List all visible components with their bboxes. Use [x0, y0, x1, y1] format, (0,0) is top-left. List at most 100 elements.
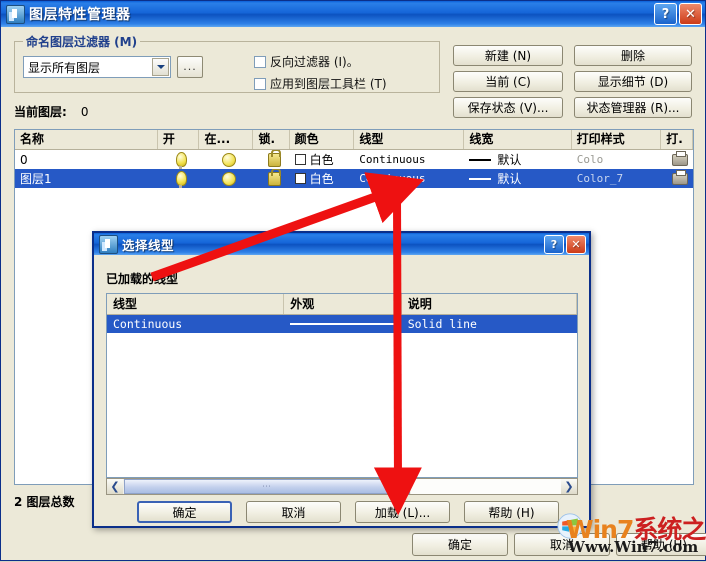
main-dialog-title: 图层特性管理器: [29, 7, 131, 23]
layer-filter-combo-value: 显示所有图层: [28, 60, 101, 75]
cell-plotstyle-label: Color_7: [576, 172, 624, 185]
chevron-down-icon[interactable]: [152, 58, 169, 76]
invert-filter-checkbox-row[interactable]: 反向过滤器 (I)。: [254, 53, 359, 70]
apply-to-toolbar-checkbox[interactable]: [254, 77, 266, 90]
cell-plotstyle-label: Colo: [576, 153, 604, 166]
linetype-horizontal-scrollbar[interactable]: ❮ ⋯ ❯: [106, 478, 578, 495]
cell-linetype-label: Continuous: [359, 172, 426, 185]
column-header-description[interactable]: 说明: [402, 294, 577, 314]
lock-icon[interactable]: [267, 169, 281, 186]
scrollbar-track[interactable]: [411, 479, 561, 494]
delete-layer-button[interactable]: 删除: [574, 45, 692, 66]
apply-to-toolbar-checkbox-row[interactable]: 应用到图层工具栏 (T): [254, 75, 387, 92]
cell-on[interactable]: [158, 150, 200, 169]
column-header-lineweight[interactable]: 线宽: [464, 130, 572, 149]
color-swatch-icon: [294, 154, 306, 165]
cell-freeze[interactable]: [200, 150, 254, 169]
column-header-plotstyle[interactable]: 打印样式: [572, 130, 662, 149]
cell-lock[interactable]: [253, 150, 289, 169]
cell-freeze[interactable]: [200, 169, 254, 188]
cell-color[interactable]: 白色: [290, 169, 355, 188]
linetype-list-header: 线型 外观 说明: [107, 294, 577, 315]
cell-layer-name[interactable]: 图层1: [15, 169, 158, 188]
scroll-left-icon[interactable]: ❮: [107, 479, 123, 494]
cell-on[interactable]: [158, 169, 200, 188]
layer-count-status: 2 图层总数: [14, 495, 75, 509]
current-layer-label: 当前图层:: [14, 105, 67, 119]
list-item[interactable]: Continuous Solid line: [107, 315, 577, 333]
cell-lineweight[interactable]: 默认: [464, 169, 571, 188]
column-header-color[interactable]: 颜色: [290, 130, 355, 149]
linetype-list[interactable]: 线型 外观 说明 Continuous Solid line: [106, 293, 578, 478]
cell-linetype[interactable]: Continuous: [354, 150, 464, 169]
layer-filter-combo[interactable]: 显示所有图层: [23, 56, 171, 78]
lock-icon[interactable]: [267, 150, 281, 167]
select-linetype-dialog: 选择线型 ? ✕ 已加载的线型 线型 外观 说明 Continuous Soli…: [92, 231, 591, 528]
cell-linetype[interactable]: Continuous: [354, 169, 464, 188]
column-header-on[interactable]: 开: [158, 130, 200, 149]
new-layer-button[interactable]: 新建 (N): [453, 45, 563, 66]
linetype-ok-button[interactable]: 确定: [137, 501, 232, 523]
help-icon[interactable]: ?: [544, 235, 564, 254]
cell-plot[interactable]: [661, 169, 693, 188]
column-header-name[interactable]: 名称: [15, 130, 158, 149]
cell-color-label: 白色: [309, 153, 334, 167]
linetype-name-cell: Continuous: [107, 315, 284, 333]
lightbulb-icon[interactable]: [175, 171, 187, 188]
current-layer-row: 当前图层: 0: [14, 103, 88, 120]
column-header-freeze[interactable]: 在...: [199, 130, 254, 149]
lineweight-preview-icon: [469, 158, 492, 161]
cell-lineweight[interactable]: 默认: [464, 150, 571, 169]
cell-color[interactable]: 白色: [290, 150, 355, 169]
cell-plotstyle[interactable]: Color_7: [572, 169, 662, 188]
help-button[interactable]: 帮助 (H): [616, 533, 706, 556]
column-header-linetype[interactable]: 线型: [354, 130, 465, 149]
layer-manager-icon: [6, 4, 25, 24]
column-header-appearance[interactable]: 外观: [284, 294, 402, 314]
cancel-button[interactable]: 取消: [514, 533, 610, 556]
table-row[interactable]: 图层1 白色 Continuous 默认 Color_7: [15, 169, 693, 188]
cell-lock[interactable]: [253, 169, 289, 188]
set-current-button[interactable]: 当前 (C): [453, 71, 563, 92]
printer-icon[interactable]: [671, 150, 688, 166]
save-state-button[interactable]: 保存状态 (V)...: [453, 97, 563, 118]
column-header-plot[interactable]: 打.: [661, 130, 693, 149]
scroll-right-icon[interactable]: ❯: [561, 479, 577, 494]
named-layer-filter-legend: 命名图层过滤器 (M): [23, 33, 141, 50]
close-icon[interactable]: ✕: [566, 235, 586, 254]
help-icon[interactable]: ?: [654, 3, 677, 25]
invert-filter-checkbox[interactable]: [254, 55, 266, 68]
cell-plotstyle[interactable]: Colo: [572, 150, 662, 169]
show-details-button[interactable]: 显示细节 (D): [574, 71, 692, 92]
state-manager-button[interactable]: 状态管理器 (R)...: [574, 97, 692, 118]
column-header-linetype[interactable]: 线型: [107, 294, 285, 314]
color-swatch-icon: [294, 173, 306, 184]
layer-filter-ellipsis-button[interactable]: ...: [177, 56, 203, 78]
main-titlebar[interactable]: 图层特性管理器 ? ✕: [1, 1, 705, 27]
cell-plot[interactable]: [661, 150, 693, 169]
linetype-titlebar[interactable]: 选择线型 ? ✕: [94, 233, 589, 255]
printer-icon[interactable]: [671, 169, 688, 185]
current-layer-value: 0: [80, 105, 89, 119]
linetype-titlebar-buttons: ? ✕: [544, 235, 586, 254]
cell-linetype-label: Continuous: [359, 153, 426, 166]
table-row[interactable]: 0 白色 Continuous 默认 Colo: [15, 150, 693, 169]
linetype-dialog-icon: [99, 234, 118, 254]
scrollbar-thumb[interactable]: ⋯: [124, 479, 410, 494]
column-header-lock[interactable]: 锁.: [253, 130, 290, 149]
layer-list-header: 名称 开 在... 锁. 颜色 线型 线宽 打印样式 打.: [15, 130, 693, 150]
linetype-load-button[interactable]: 加载 (L)...: [355, 501, 450, 523]
linetype-description-label: Solid line: [407, 317, 477, 331]
close-icon[interactable]: ✕: [679, 3, 702, 25]
sun-icon[interactable]: [221, 152, 236, 167]
cell-color-label: 白色: [309, 172, 334, 186]
linetype-cancel-button[interactable]: 取消: [246, 501, 341, 523]
invert-filter-label: 反向过滤器 (I)。: [270, 55, 359, 69]
cell-layer-name[interactable]: 0: [15, 150, 158, 169]
sun-icon[interactable]: [221, 171, 236, 186]
ok-button[interactable]: 确定: [412, 533, 508, 556]
cell-lineweight-label: 默认: [497, 172, 522, 186]
linetype-help-button[interactable]: 帮助 (H): [464, 501, 559, 523]
main-titlebar-buttons: ? ✕: [654, 3, 702, 25]
lightbulb-icon[interactable]: [175, 152, 187, 169]
